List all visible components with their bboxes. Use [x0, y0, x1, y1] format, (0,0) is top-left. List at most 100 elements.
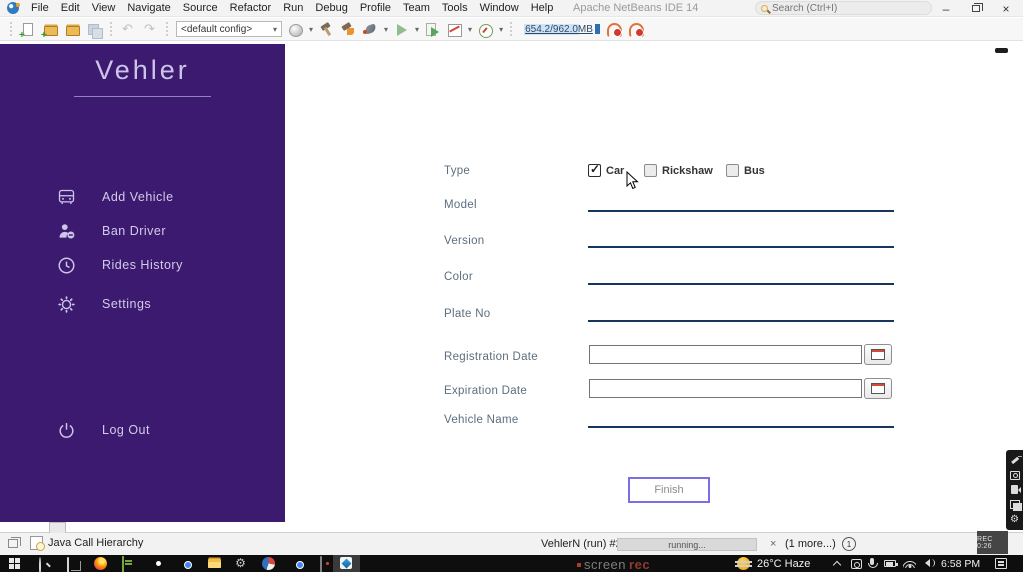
start-button-icon[interactable] [8, 557, 21, 570]
menu-tools[interactable]: Tools [436, 1, 474, 15]
video-record-icon[interactable] [1011, 485, 1021, 495]
sidebar-item-ban-driver[interactable]: Ban Driver [55, 220, 166, 242]
menu-window[interactable]: Window [474, 1, 525, 15]
menu-navigate[interactable]: Navigate [121, 1, 176, 15]
search-input[interactable] [772, 2, 926, 14]
profile-gauge-icon[interactable] [477, 21, 494, 38]
profile-project-icon[interactable] [446, 21, 463, 38]
new-file-icon[interactable] [19, 21, 37, 41]
sidebar-item-add-vehicle[interactable]: Add Vehicle [55, 186, 174, 208]
battery-icon[interactable] [884, 560, 898, 567]
menu-view[interactable]: View [86, 1, 122, 15]
menu-team[interactable]: Team [397, 1, 436, 15]
rerun-icon[interactable] [424, 21, 441, 38]
more-tasks-link[interactable]: (1 more...) [785, 538, 836, 550]
sidebar-item-rides-history[interactable]: Rides History [55, 254, 183, 276]
progress-close-icon[interactable]: × [770, 538, 776, 550]
save-all-icon[interactable] [86, 21, 103, 39]
menu-help[interactable]: Help [525, 1, 560, 15]
expiration-date-input[interactable] [589, 379, 862, 398]
taskbar-search-icon[interactable] [38, 557, 51, 572]
model-input[interactable] [588, 195, 894, 212]
settings-gear-icon[interactable]: ⚙ [234, 557, 247, 570]
redo-icon[interactable] [142, 21, 159, 38]
minimize-button[interactable]: – [931, 1, 961, 17]
sidebar: Vehler Add Vehicle Ban Driver Rides Hist… [0, 44, 285, 522]
screenshot-camera-icon[interactable] [1009, 470, 1020, 480]
config-dropdown[interactable]: <default config> ▾ [176, 21, 282, 37]
clock-time[interactable]: 6:58 PM [941, 558, 980, 570]
chevron-down-icon[interactable]: ▾ [468, 25, 472, 34]
window-controls: – × [931, 0, 1021, 17]
profiler-icon-1[interactable] [605, 21, 622, 38]
bus-checkbox[interactable] [726, 164, 739, 177]
new-project-icon[interactable] [41, 21, 59, 41]
debug-project-icon[interactable] [362, 21, 379, 38]
tray-window-icon[interactable] [851, 559, 862, 569]
chevron-down-icon[interactable]: ▾ [499, 25, 503, 34]
action-center-icon[interactable] [995, 558, 1007, 569]
registration-date-calendar-button[interactable] [864, 344, 892, 365]
monitor-app-icon[interactable] [320, 556, 322, 572]
color-input[interactable] [588, 268, 894, 285]
java-call-hierarchy-tab[interactable]: Java Call Hierarchy [30, 536, 143, 551]
bus-checkbox-item[interactable]: Bus [726, 164, 765, 177]
ide-search-box[interactable] [755, 1, 932, 15]
undo-icon[interactable] [120, 21, 137, 38]
browser-ball-icon[interactable] [262, 557, 275, 570]
vehicle-name-input[interactable] [588, 411, 894, 428]
clean-and-build-icon[interactable] [340, 21, 357, 38]
menu-edit[interactable]: Edit [55, 1, 86, 15]
sidebar-item-settings[interactable]: Settings [55, 293, 151, 315]
menu-debug[interactable]: Debug [309, 1, 353, 15]
firefox-icon[interactable] [94, 557, 107, 570]
volume-icon[interactable] [921, 559, 935, 567]
restore-group-icon[interactable] [8, 537, 21, 548]
close-button[interactable]: × [991, 1, 1021, 17]
version-input[interactable] [588, 231, 894, 248]
tray-chevron-up-icon[interactable] [832, 560, 842, 570]
notepad-icon[interactable] [122, 556, 124, 572]
weather-icon[interactable] [735, 557, 752, 570]
expiration-date-calendar-button[interactable] [864, 378, 892, 399]
progress-bar[interactable]: running... [617, 538, 757, 551]
chevron-down-icon[interactable]: ▾ [415, 25, 419, 34]
rickshaw-checkbox-item[interactable]: Rickshaw [644, 164, 713, 177]
menu-run[interactable]: Run [277, 1, 309, 15]
screenrec-collapse-handle[interactable] [995, 48, 1008, 53]
plate-no-input[interactable] [588, 305, 894, 322]
pen-tool-icon[interactable] [1010, 455, 1022, 465]
open-project-icon[interactable] [64, 21, 81, 38]
toolbar-grip [110, 22, 113, 36]
watermark-dot-icon [577, 562, 581, 567]
memory-indicator[interactable]: 654.2/962.0MB [524, 23, 600, 35]
copy-icon[interactable] [1009, 500, 1022, 512]
menu-source[interactable]: Source [177, 1, 224, 15]
rickshaw-checkbox[interactable] [644, 164, 657, 177]
car-checkbox[interactable] [588, 162, 601, 177]
run-project-icon[interactable] [393, 21, 410, 38]
deploy-icon[interactable] [287, 21, 304, 38]
model-label: Model [444, 199, 477, 211]
task-view-glyph [67, 557, 69, 572]
microphone-icon[interactable] [868, 558, 878, 568]
notification-badge[interactable]: 1 [842, 537, 856, 551]
chevron-down-icon[interactable]: ▾ [309, 25, 313, 34]
build-project-icon[interactable] [318, 21, 335, 38]
screenrec-settings-icon[interactable]: ⚙ [1009, 515, 1021, 525]
active-netbeans-taskbar-item[interactable] [333, 555, 360, 572]
finish-button[interactable]: Finish [628, 477, 710, 503]
registration-date-input[interactable] [589, 345, 862, 364]
wifi-icon[interactable] [903, 558, 916, 568]
sidebar-item-log-out[interactable]: Log Out [55, 419, 150, 441]
chevron-down-icon[interactable]: ▾ [384, 25, 388, 34]
menu-profile[interactable]: Profile [354, 1, 397, 15]
car-checkbox-item[interactable]: Car [588, 162, 624, 177]
profiler-icon-2[interactable] [627, 21, 644, 38]
task-view-icon[interactable] [66, 557, 79, 572]
restore-button[interactable] [961, 1, 991, 17]
sidebar-item-label: Rides History [102, 258, 183, 272]
weather-text[interactable]: 26°C Haze [757, 558, 810, 570]
menu-file[interactable]: File [25, 1, 55, 15]
menu-refactor[interactable]: Refactor [224, 1, 278, 15]
